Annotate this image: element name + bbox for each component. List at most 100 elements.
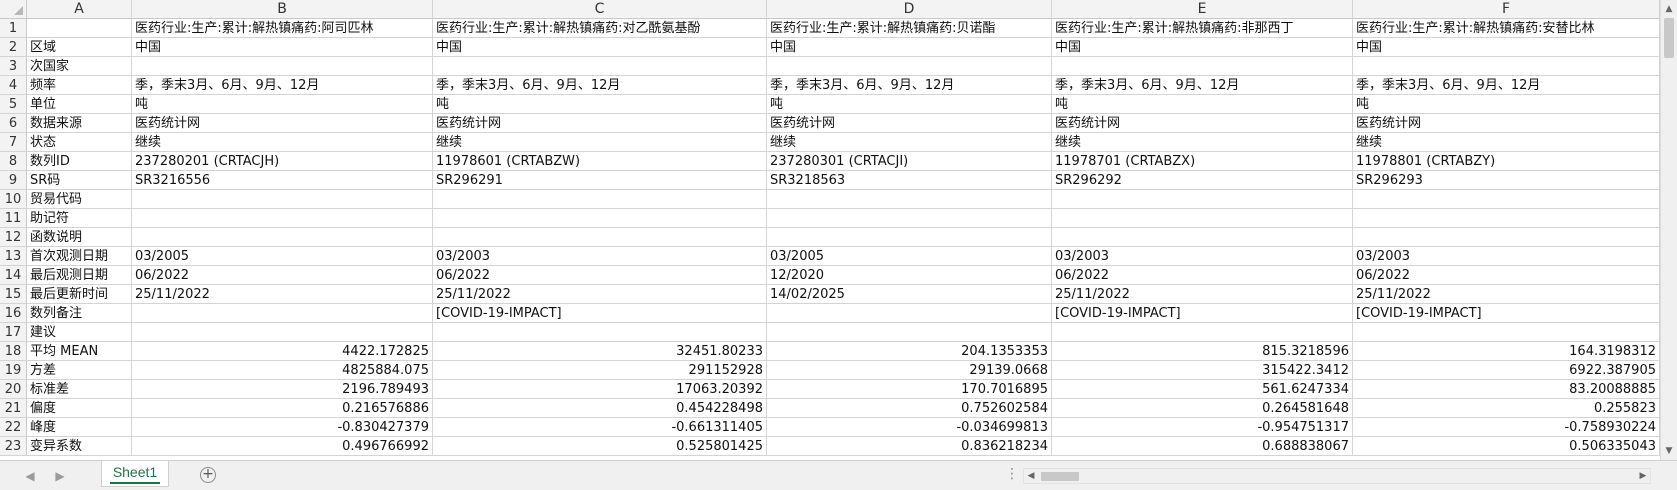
cell-a4[interactable]: 频率 xyxy=(27,76,132,95)
cell-f20[interactable]: 83.20088885 xyxy=(1353,380,1660,399)
cell-c2[interactable]: 中国 xyxy=(433,38,767,57)
cell-e17[interactable] xyxy=(1052,323,1353,342)
cell-f3[interactable] xyxy=(1353,57,1660,76)
cell-c17[interactable] xyxy=(433,323,767,342)
cell-c13[interactable]: 03/2003 xyxy=(433,247,767,266)
vertical-scroll-thumb[interactable] xyxy=(1664,18,1674,58)
cell-a3[interactable]: 次国家 xyxy=(27,57,132,76)
cell-d7[interactable]: 继续 xyxy=(767,133,1052,152)
cell-b22[interactable]: -0.830427379 xyxy=(132,418,433,437)
cell-b23[interactable]: 0.496766992 xyxy=(132,437,433,456)
row-header[interactable]: 8 xyxy=(0,152,27,171)
cell-b6[interactable]: 医药统计网 xyxy=(132,114,433,133)
cell-a9[interactable]: SR码 xyxy=(27,171,132,190)
cell-e1[interactable]: 医药行业:生产:累计:解热镇痛药:非那西丁 xyxy=(1052,19,1353,38)
cell-c4[interactable]: 季，季末3月、6月、9月、12月 xyxy=(433,76,767,95)
cell-f23[interactable]: 0.506335043 xyxy=(1353,437,1660,456)
cell-f4[interactable]: 季，季末3月、6月、9月、12月 xyxy=(1353,76,1660,95)
cell-c9[interactable]: SR296291 xyxy=(433,171,767,190)
cell-d9[interactable]: SR3218563 xyxy=(767,171,1052,190)
cell-b17[interactable] xyxy=(132,323,433,342)
cell-c5[interactable]: 吨 xyxy=(433,95,767,114)
cell-d10[interactable] xyxy=(767,190,1052,209)
row-header[interactable]: 15 xyxy=(0,285,27,304)
cell-b10[interactable] xyxy=(132,190,433,209)
cell-f14[interactable]: 06/2022 xyxy=(1353,266,1660,285)
cell-d17[interactable] xyxy=(767,323,1052,342)
cell-f10[interactable] xyxy=(1353,190,1660,209)
cell-a21[interactable]: 偏度 xyxy=(27,399,132,418)
cell-a5[interactable]: 单位 xyxy=(27,95,132,114)
row-header[interactable]: 10 xyxy=(0,190,27,209)
next-sheet-icon[interactable]: ▶ xyxy=(50,467,70,485)
cell-c1[interactable]: 医药行业:生产:累计:解热镇痛药:对乙酰氨基酚 xyxy=(433,19,767,38)
cell-b20[interactable]: 2196.789493 xyxy=(132,380,433,399)
cell-b13[interactable]: 03/2005 xyxy=(132,247,433,266)
cell-d19[interactable]: 29139.0668 xyxy=(767,361,1052,380)
column-header-d[interactable]: D xyxy=(767,0,1052,19)
cell-b9[interactable]: SR3216556 xyxy=(132,171,433,190)
cell-c16[interactable]: [COVID-19-IMPACT] xyxy=(433,304,767,323)
row-header[interactable]: 5 xyxy=(0,95,27,114)
add-sheet-icon[interactable]: + xyxy=(200,467,216,483)
row-header[interactable]: 12 xyxy=(0,228,27,247)
column-header-b[interactable]: B xyxy=(132,0,433,19)
column-header-c[interactable]: C xyxy=(433,0,767,19)
row-header[interactable]: 14 xyxy=(0,266,27,285)
cell-c18[interactable]: 32451.80233 xyxy=(433,342,767,361)
cell-a18[interactable]: 平均 MEAN xyxy=(27,342,132,361)
cell-e23[interactable]: 0.688838067 xyxy=(1052,437,1353,456)
cell-a20[interactable]: 标准差 xyxy=(27,380,132,399)
cell-e21[interactable]: 0.264581648 xyxy=(1052,399,1353,418)
cell-b5[interactable]: 吨 xyxy=(132,95,433,114)
row-header[interactable]: 20 xyxy=(0,380,27,399)
cell-f21[interactable]: 0.255823 xyxy=(1353,399,1660,418)
row-header[interactable]: 18 xyxy=(0,342,27,361)
cell-b2[interactable]: 中国 xyxy=(132,38,433,57)
cell-e7[interactable]: 继续 xyxy=(1052,133,1353,152)
row-header[interactable]: 3 xyxy=(0,57,27,76)
sheet-tab-sheet1[interactable]: Sheet1 xyxy=(101,461,169,487)
cell-a19[interactable]: 方差 xyxy=(27,361,132,380)
cell-e3[interactable] xyxy=(1052,57,1353,76)
horizontal-scroll-thumb[interactable] xyxy=(1041,472,1079,481)
scroll-down-icon[interactable]: ▼ xyxy=(1661,443,1677,459)
cell-f17[interactable] xyxy=(1353,323,1660,342)
cell-c19[interactable]: 291152928 xyxy=(433,361,767,380)
cell-e15[interactable]: 25/11/2022 xyxy=(1052,285,1353,304)
cell-b18[interactable]: 4422.172825 xyxy=(132,342,433,361)
cell-e14[interactable]: 06/2022 xyxy=(1052,266,1353,285)
cell-a6[interactable]: 数据来源 xyxy=(27,114,132,133)
column-header-e[interactable]: E xyxy=(1052,0,1353,19)
cell-d16[interactable] xyxy=(767,304,1052,323)
cell-d11[interactable] xyxy=(767,209,1052,228)
cell-e22[interactable]: -0.954751317 xyxy=(1052,418,1353,437)
cell-e19[interactable]: 315422.3412 xyxy=(1052,361,1353,380)
cell-c22[interactable]: -0.661311405 xyxy=(433,418,767,437)
cell-d1[interactable]: 医药行业:生产:累计:解热镇痛药:贝诺酯 xyxy=(767,19,1052,38)
row-header[interactable]: 4 xyxy=(0,76,27,95)
cell-f6[interactable]: 医药统计网 xyxy=(1353,114,1660,133)
cell-e4[interactable]: 季，季末3月、6月、9月、12月 xyxy=(1052,76,1353,95)
cell-c8[interactable]: 11978601 (CRTABZW) xyxy=(433,152,767,171)
cell-c21[interactable]: 0.454228498 xyxy=(433,399,767,418)
cell-b1[interactable]: 医药行业:生产:累计:解热镇痛药:阿司匹林 xyxy=(132,19,433,38)
cell-e16[interactable]: [COVID-19-IMPACT] xyxy=(1052,304,1353,323)
cell-b8[interactable]: 237280201 (CRTACJH) xyxy=(132,152,433,171)
cell-d5[interactable]: 吨 xyxy=(767,95,1052,114)
scroll-left-icon[interactable]: ◀ xyxy=(1024,469,1038,483)
row-header[interactable]: 1 xyxy=(0,19,27,38)
cell-a2[interactable]: 区域 xyxy=(27,38,132,57)
cell-f13[interactable]: 03/2003 xyxy=(1353,247,1660,266)
cell-a8[interactable]: 数列ID xyxy=(27,152,132,171)
cell-f9[interactable]: SR296293 xyxy=(1353,171,1660,190)
cell-f7[interactable]: 继续 xyxy=(1353,133,1660,152)
cell-e20[interactable]: 561.6247334 xyxy=(1052,380,1353,399)
cell-f11[interactable] xyxy=(1353,209,1660,228)
cell-b12[interactable] xyxy=(132,228,433,247)
scroll-up-icon[interactable]: ▲ xyxy=(1661,1,1677,17)
row-header[interactable]: 6 xyxy=(0,114,27,133)
cell-e18[interactable]: 815.3218596 xyxy=(1052,342,1353,361)
cell-d2[interactable]: 中国 xyxy=(767,38,1052,57)
cell-e8[interactable]: 11978701 (CRTABZX) xyxy=(1052,152,1353,171)
